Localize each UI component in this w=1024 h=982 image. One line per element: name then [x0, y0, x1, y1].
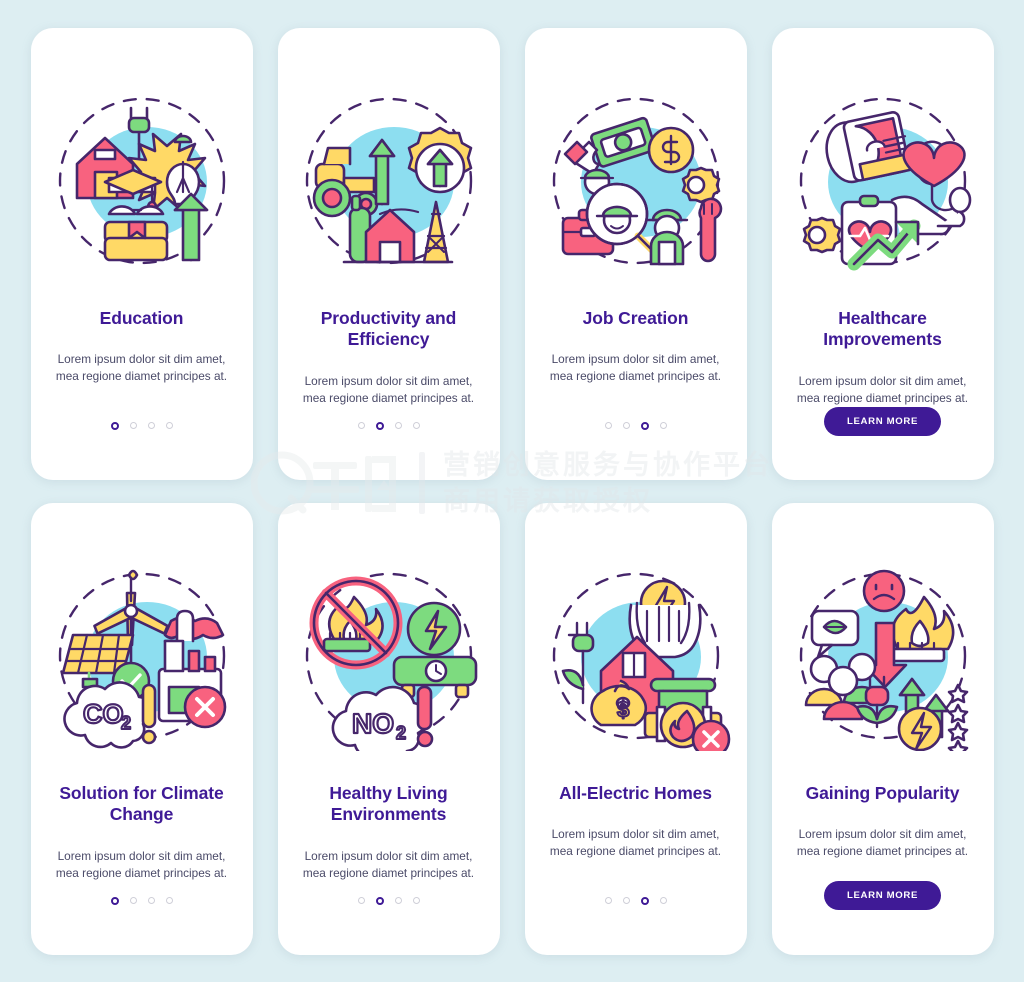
pagination-dots	[357, 896, 420, 905]
pagination-dot-3-active[interactable]	[640, 896, 649, 905]
job-creation-icon	[541, 86, 731, 276]
card-description: Lorem ipsum dolor sit dim amet, mea regi…	[549, 827, 722, 859]
card-description: Lorem ipsum dolor sit dim amet, mea regi…	[55, 352, 228, 384]
onboarding-card-education[interactable]: Education Lorem ipsum dolor sit dim amet,…	[30, 27, 253, 480]
learn-more-button[interactable]: LEARN MORE	[824, 880, 941, 910]
card-description: Lorem ipsum dolor sit dim amet, mea regi…	[796, 827, 969, 859]
pagination-dot-2[interactable]	[129, 897, 137, 904]
card-title: Education	[99, 307, 184, 328]
onboarding-card-job-creation[interactable]: Job Creation Lorem ipsum dolor sit dim am…	[524, 27, 747, 480]
onboarding-card-healthy-living-environments[interactable]: NO 2 Healthy Living Environments Lorem ip…	[277, 502, 500, 955]
card-title: Productivity and Efficiency	[320, 307, 457, 350]
pagination-dot-4[interactable]	[165, 422, 173, 429]
pagination-dot-4[interactable]	[412, 422, 420, 429]
pagination-dot-3[interactable]	[147, 422, 155, 429]
productivity-icon	[294, 86, 484, 276]
card-title: Healthcare Improvements	[823, 307, 942, 350]
healthcare-icon	[788, 86, 978, 276]
pagination-dot-2[interactable]	[622, 422, 630, 429]
pagination-dot-3-active[interactable]	[640, 421, 649, 430]
pagination-dot-4[interactable]	[659, 422, 667, 429]
pagination-dot-2[interactable]	[129, 422, 137, 429]
card-description: Lorem ipsum dolor sit dim amet, mea regi…	[549, 352, 722, 384]
onboarding-card-gaining-popularity[interactable]: Gaining Popularity Lorem ipsum dolor sit …	[771, 502, 994, 955]
card-title: All-Electric Homes	[559, 782, 712, 803]
pagination-dots	[357, 421, 420, 430]
card-title: Job Creation	[582, 307, 689, 328]
pagination-dot-4[interactable]	[165, 897, 173, 904]
onboarding-card-solution-for-climate-change[interactable]: CO 2 Solution for Climate Change Lorem ip…	[30, 502, 253, 955]
education-icon	[47, 86, 237, 276]
pagination-dot-1-active[interactable]	[110, 896, 119, 905]
svg-text:2: 2	[396, 723, 406, 743]
pagination-dot-2-active[interactable]	[375, 421, 384, 430]
card-description: Lorem ipsum dolor sit dim amet, mea regi…	[796, 374, 969, 405]
pagination-dot-1[interactable]	[604, 422, 612, 429]
pagination-dot-2[interactable]	[622, 897, 630, 904]
svg-text:$: $	[617, 697, 629, 722]
pagination-dot-1[interactable]	[357, 897, 365, 904]
pagination-dots	[110, 421, 173, 430]
all-electric-homes-icon: $	[541, 561, 731, 751]
climate-change-icon: CO 2	[47, 561, 237, 751]
onboarding-card-healthcare-improvements[interactable]: Healthcare Improvements Lorem ipsum dolor…	[771, 27, 994, 480]
card-description: Lorem ipsum dolor sit dim amet, mea regi…	[302, 374, 475, 405]
learn-more-button[interactable]: LEARN MORE	[824, 406, 941, 436]
pagination-dot-1[interactable]	[604, 897, 612, 904]
gaining-popularity-icon	[788, 561, 978, 751]
svg-text:CO: CO	[83, 699, 124, 729]
pagination-dot-3[interactable]	[394, 897, 402, 904]
pagination-dot-1[interactable]	[357, 422, 365, 429]
onboarding-card-productivity-and-efficiency[interactable]: Productivity and Efficiency Lorem ipsum d…	[277, 27, 500, 480]
svg-text:NO: NO	[352, 708, 394, 739]
card-description: Lorem ipsum dolor sit dim amet, mea regi…	[55, 849, 228, 880]
pagination-dot-3[interactable]	[394, 422, 402, 429]
card-title: Gaining Popularity	[805, 782, 960, 803]
pagination-dots	[604, 421, 667, 430]
pagination-dots	[110, 896, 173, 905]
card-title: Healthy Living Environments	[329, 782, 448, 825]
healthy-living-icon: NO 2	[294, 561, 484, 751]
pagination-dots	[604, 896, 667, 905]
pagination-dot-2-active[interactable]	[375, 896, 384, 905]
pagination-dot-3[interactable]	[147, 897, 155, 904]
pagination-dot-4[interactable]	[412, 897, 420, 904]
pagination-dot-1-active[interactable]	[110, 421, 119, 430]
card-title: Solution for Climate Change	[59, 782, 224, 825]
svg-text:2: 2	[121, 713, 131, 733]
onboarding-screens-grid: Education Lorem ipsum dolor sit dim amet,…	[0, 0, 1024, 982]
onboarding-card-all-electric-homes[interactable]: $ All-Electric Homes Lorem ipsum dolor si…	[524, 502, 747, 955]
pagination-dot-4[interactable]	[659, 897, 667, 904]
card-description: Lorem ipsum dolor sit dim amet, mea regi…	[302, 849, 475, 880]
